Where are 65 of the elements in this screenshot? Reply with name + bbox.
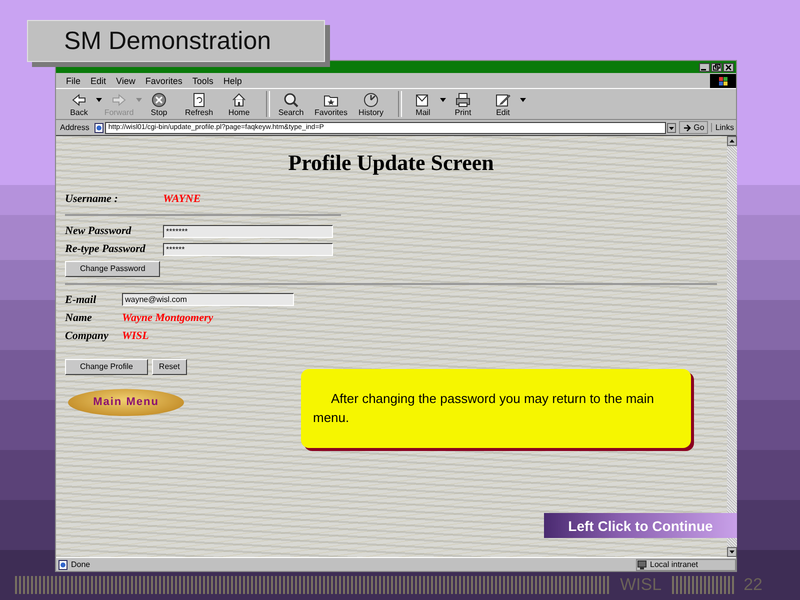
change-password-button[interactable]: Change Password	[65, 260, 160, 276]
minimize-icon[interactable]	[699, 62, 710, 72]
back-arrow-icon	[71, 92, 87, 108]
callout-note: After changing the password you may return to the main menu.	[301, 369, 691, 448]
menu-item[interactable]: View	[116, 76, 136, 86]
close-icon[interactable]	[723, 62, 734, 72]
toolbar-button[interactable]: History	[354, 92, 388, 116]
caret-icon[interactable]	[520, 97, 526, 103]
toolbar-button[interactable]: Refresh	[182, 92, 216, 116]
field-label: E-mail	[65, 294, 98, 306]
windows-logo-icon	[710, 74, 736, 88]
main-menu-button[interactable]: Main Menu	[68, 388, 184, 416]
mail-icon	[415, 92, 431, 108]
menu-item[interactable]: Tools	[192, 76, 214, 86]
refresh-icon	[191, 92, 207, 108]
address-label: Address	[59, 123, 90, 132]
password-field[interactable]: *******	[163, 224, 333, 238]
caret-icon[interactable]	[440, 97, 446, 103]
field-label: Name	[65, 312, 93, 324]
page-icon	[58, 560, 68, 570]
reset-button[interactable]: Reset	[152, 358, 187, 374]
field-label: Re-type Password	[65, 243, 146, 255]
toolbar-button[interactable]: Edit	[486, 92, 520, 116]
toolbar-button[interactable]: Back	[62, 92, 96, 116]
printer-icon	[455, 92, 471, 108]
page-icon	[94, 122, 104, 132]
home-icon	[231, 92, 247, 108]
field-label: Company	[65, 330, 110, 342]
scroll-up-icon[interactable]	[727, 136, 737, 146]
field-value: WAYNE	[163, 193, 201, 205]
forward-arrow-icon	[111, 92, 127, 108]
change-profile-button[interactable]: Change Profile	[65, 358, 148, 374]
stop-icon	[151, 92, 167, 108]
scroll-down-icon[interactable]	[727, 547, 737, 557]
toolbar-button[interactable]: Stop	[142, 92, 176, 116]
caret-icon[interactable]	[96, 97, 102, 103]
restore-icon[interactable]	[711, 62, 722, 72]
search-icon	[283, 92, 299, 108]
menu-item[interactable]: Help	[223, 76, 242, 86]
field-label: Username :	[65, 193, 119, 205]
toolbar-button[interactable]: Mail	[406, 92, 440, 116]
stripe-decoration	[672, 576, 734, 594]
page-heading: Profile Update Screen	[287, 150, 495, 176]
go-arrow-icon	[682, 123, 692, 132]
status-text: Done	[71, 560, 90, 569]
sundial-icon	[363, 92, 379, 108]
links-label[interactable]: Links	[711, 123, 734, 132]
toolbar-button[interactable]: Favorites	[314, 92, 348, 116]
menu-item[interactable]: File	[66, 76, 81, 86]
field-value: WISL	[122, 330, 149, 342]
continue-button[interactable]: Left Click to Continue	[544, 513, 737, 538]
toolbar-button[interactable]: Home	[222, 92, 256, 116]
zone-text: Local intranet	[650, 560, 698, 569]
email-field[interactable]: wayne@wisl.com	[122, 293, 294, 306]
password-field[interactable]: ******	[163, 242, 333, 256]
toolbar-button[interactable]: Search	[274, 92, 308, 116]
field-label: New Password	[65, 225, 132, 237]
menu-item[interactable]: Favorites	[145, 76, 182, 86]
computer-icon	[637, 560, 647, 570]
scrollbar[interactable]	[727, 136, 737, 557]
pencil-paper-icon	[495, 92, 511, 108]
menu-item[interactable]: Edit	[90, 76, 106, 86]
field-value: Wayne Montgomery	[122, 312, 214, 324]
go-button[interactable]: Go	[678, 121, 708, 134]
toolbar-button[interactable]: Print	[446, 92, 480, 116]
